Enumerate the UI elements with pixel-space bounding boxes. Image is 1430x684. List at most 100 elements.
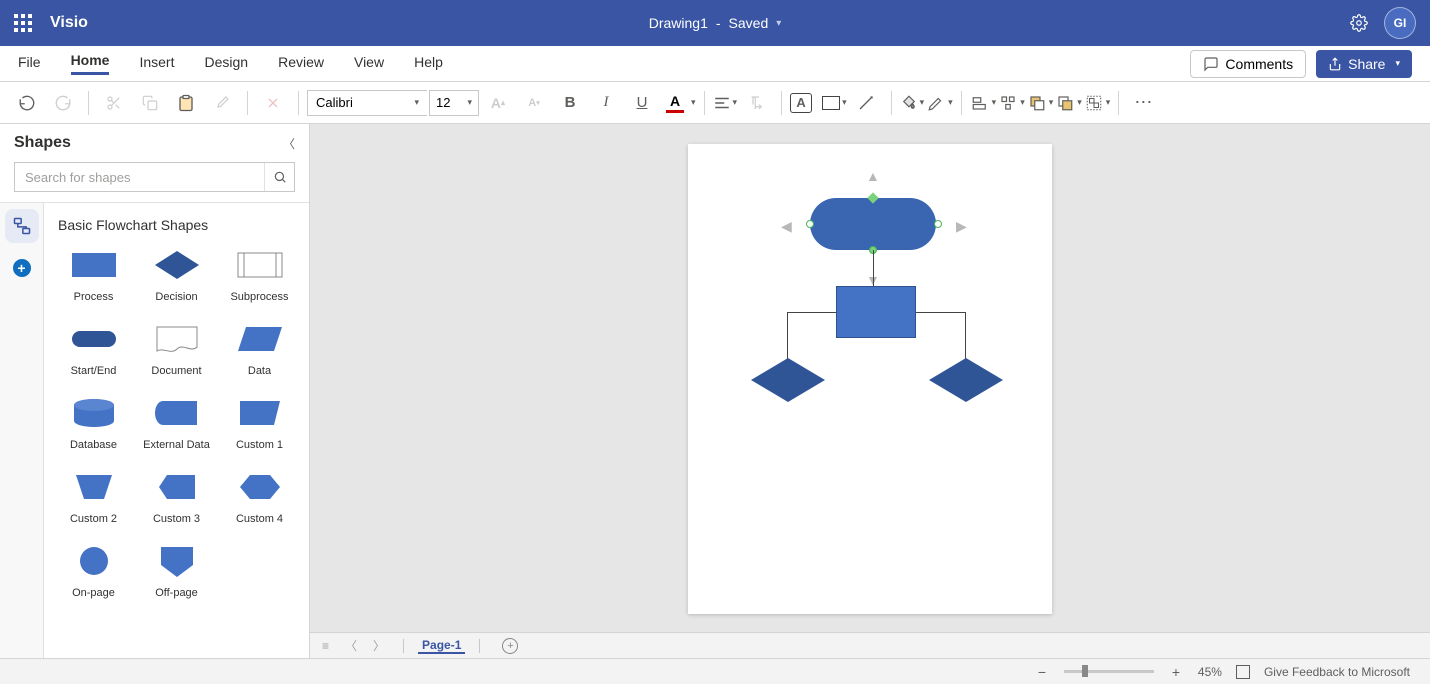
font-color-button[interactable]: A ▾ (661, 93, 696, 113)
selection-handle[interactable] (806, 220, 814, 228)
line-color-button[interactable]: ▾ (926, 94, 953, 112)
autoconnect-up-icon[interactable]: ▲ (866, 168, 880, 184)
shape-terminator[interactable] (810, 198, 936, 250)
shape-item-subprocess[interactable]: Subprocess (220, 247, 299, 303)
shape-item-decision[interactable]: Decision (137, 247, 216, 303)
comments-button[interactable]: Comments (1190, 50, 1306, 78)
canvas-viewport[interactable]: ▲ ◀ ▶ ▼ (310, 124, 1430, 632)
document-title[interactable]: Drawing1 - Saved ▾ (649, 15, 782, 31)
redo-button[interactable] (46, 88, 80, 118)
send-backward-button[interactable]: ▾ (1055, 94, 1082, 112)
autoconnect-left-icon[interactable]: ◀ (781, 218, 792, 235)
shapes-panel: Shapes 〈 + Basic Flowchart Shapes (0, 124, 310, 658)
undo-button[interactable] (10, 88, 44, 118)
chevron-down-icon: ▾ (733, 97, 738, 108)
copy-button[interactable] (133, 88, 167, 118)
stencil-list: Basic Flowchart Shapes ProcessDecisionSu… (44, 203, 309, 658)
text-tool-button[interactable]: A (790, 93, 812, 113)
shape-decision[interactable] (927, 356, 1005, 404)
fit-to-window-button[interactable] (1236, 665, 1250, 679)
shape-item-terminator[interactable]: Start/End (54, 321, 133, 377)
collapse-panel-button[interactable]: 〈 (283, 135, 295, 152)
title-separator: - (716, 15, 721, 31)
align-shapes-button[interactable]: ▾ (970, 94, 997, 112)
cut-button[interactable] (97, 88, 131, 118)
group-button[interactable]: ▾ (1084, 94, 1111, 112)
selection-handle[interactable] (934, 220, 942, 228)
bring-forward-button[interactable]: ▾ (1027, 94, 1054, 112)
tab-help[interactable]: Help (414, 54, 443, 74)
connector[interactable] (965, 312, 966, 362)
delete-button[interactable] (256, 88, 290, 118)
format-painter-button[interactable] (205, 88, 239, 118)
shape-item-label: Data (248, 365, 271, 377)
font-size-select[interactable]: 12 ▾ (429, 90, 479, 116)
shape-item-custom4[interactable]: Custom 4 (220, 469, 299, 525)
connector-tool-button[interactable] (849, 88, 883, 118)
chevron-down-icon: ▾ (842, 97, 847, 108)
more-options-button[interactable]: ⋯ (1127, 88, 1161, 118)
shape-item-custom2[interactable]: Custom 2 (54, 469, 133, 525)
next-page-button[interactable]: 〉 (369, 637, 389, 654)
feedback-link[interactable]: Give Feedback to Microsoft (1264, 665, 1410, 679)
bold-button[interactable]: B (553, 88, 587, 118)
canvas-page[interactable]: ▲ ◀ ▶ ▼ (688, 144, 1052, 614)
paste-button[interactable] (169, 88, 203, 118)
autoconnect-right-icon[interactable]: ▶ (956, 218, 967, 235)
separator (1118, 91, 1119, 115)
search-button[interactable] (264, 163, 294, 191)
grow-font-button[interactable]: A▴ (481, 88, 515, 118)
zoom-slider[interactable] (1064, 670, 1154, 673)
connector[interactable] (787, 312, 837, 313)
align-button[interactable]: ▾ (713, 94, 738, 112)
shape-item-custom1[interactable]: Custom 1 (220, 395, 299, 451)
app-name: Visio (50, 14, 88, 32)
zoom-thumb[interactable] (1082, 665, 1088, 677)
font-name-select[interactable]: Calibri ▾ (307, 90, 427, 116)
italic-button[interactable]: I (589, 88, 623, 118)
fill-color-button[interactable]: ▾ (900, 94, 925, 112)
connector[interactable] (787, 312, 788, 362)
search-input[interactable] (15, 163, 264, 191)
connector[interactable] (873, 250, 874, 286)
shape-item-label: Document (151, 365, 201, 377)
zoom-in-button[interactable]: + (1168, 664, 1184, 680)
underline-button[interactable]: U (625, 88, 659, 118)
tab-file[interactable]: File (18, 54, 41, 74)
share-button[interactable]: Share ▾ (1316, 50, 1412, 78)
avatar[interactable]: GI (1384, 7, 1416, 39)
shape-item-custom3[interactable]: Custom 3 (137, 469, 216, 525)
shape-item-database[interactable]: Database (54, 395, 133, 451)
separator (403, 639, 404, 653)
shape-decision[interactable] (749, 356, 827, 404)
shape-item-label: Database (70, 439, 117, 451)
app-launcher-icon[interactable] (14, 14, 32, 32)
shape-item-offpage[interactable]: Off-page (137, 543, 216, 599)
tab-design[interactable]: Design (204, 54, 248, 74)
tab-review[interactable]: Review (278, 54, 324, 74)
shape-item-onpage[interactable]: On-page (54, 543, 133, 599)
connector[interactable] (916, 312, 966, 313)
position-button[interactable]: ▾ (998, 94, 1025, 112)
shape-process[interactable] (836, 286, 916, 338)
font-name-value: Calibri (316, 95, 353, 110)
gear-icon[interactable] (1350, 14, 1368, 32)
page-tab[interactable]: Page-1 (418, 638, 465, 654)
add-stencil-button[interactable]: + (5, 251, 39, 285)
tab-view[interactable]: View (354, 54, 384, 74)
prev-page-button[interactable]: 〈 (341, 637, 361, 654)
shrink-font-button[interactable]: A▾ (517, 88, 551, 118)
add-page-button[interactable]: + (502, 638, 518, 654)
shape-item-process[interactable]: Process (54, 247, 133, 303)
shape-item-extdata[interactable]: External Data (137, 395, 216, 451)
separator (961, 91, 962, 115)
text-direction-button[interactable] (739, 88, 773, 118)
tab-insert[interactable]: Insert (139, 54, 174, 74)
tab-home[interactable]: Home (71, 52, 110, 75)
shape-item-document[interactable]: Document (137, 321, 216, 377)
shape-style-button[interactable]: ▾ (822, 96, 847, 110)
zoom-out-button[interactable]: − (1034, 664, 1050, 680)
all-pages-button[interactable]: ≡ (318, 639, 333, 653)
shape-item-data[interactable]: Data (220, 321, 299, 377)
stencil-tab-flowchart[interactable] (5, 209, 39, 243)
